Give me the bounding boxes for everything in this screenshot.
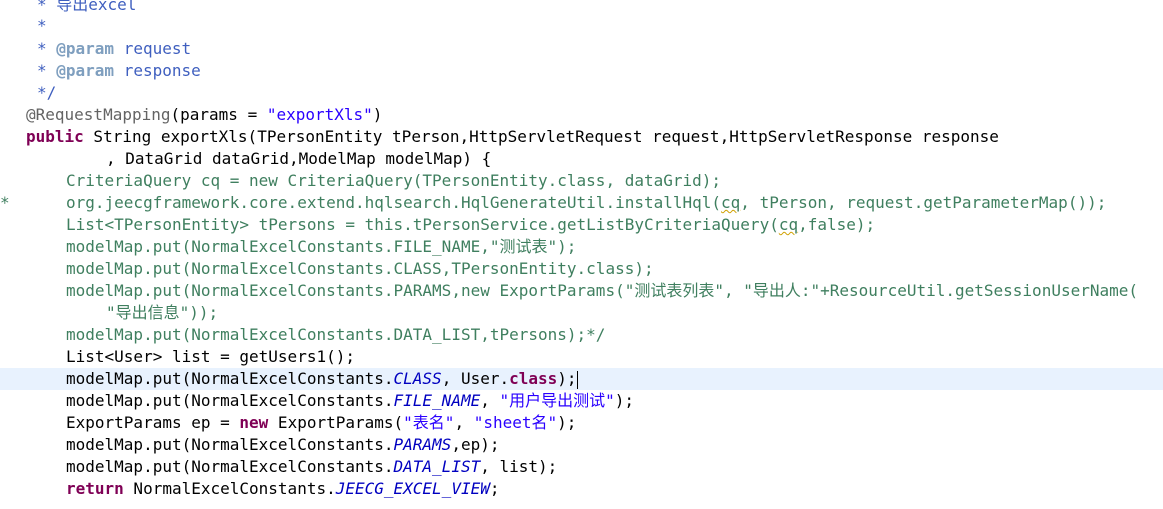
- code-text: , DataGrid dataGrid,ModelMap modelMap) {: [106, 149, 492, 168]
- keyword: return: [66, 479, 124, 498]
- paren: ): [372, 105, 383, 124]
- code-line[interactable]: modelMap.put(NormalExcelConstants.DATA_L…: [0, 456, 1163, 478]
- code-text: ,: [454, 413, 474, 432]
- code-statement: modelMap.put(NormalExcelConstants.DATA_L…: [66, 456, 557, 478]
- code-text: ;: [489, 479, 500, 498]
- commented-code: modelMap.put(NormalExcelConstants.PARAMS…: [66, 281, 1139, 300]
- constant-field: PARAMS: [393, 435, 452, 454]
- code-text: ,ep);: [451, 435, 500, 454]
- commented-code: CriteriaQuery cq = new CriteriaQuery(TPe…: [66, 171, 722, 190]
- string-literal: "exportXls": [266, 105, 373, 124]
- code-line[interactable]: *: [0, 15, 1163, 37]
- code-line[interactable]: org.jeecgframework.core.extend.hqlsearch…: [0, 192, 1163, 214]
- commented-code: "导出信息"));: [106, 303, 219, 322]
- code-text: );: [614, 391, 635, 410]
- code-line[interactable]: ExportParams ep = new ExportParams("表名",…: [0, 412, 1163, 434]
- code-statement: return NormalExcelConstants.JEECG_EXCEL_…: [66, 478, 499, 500]
- code-line[interactable]: * 导出excel: [0, 0, 1163, 16]
- code-text: , User.: [441, 369, 510, 388]
- code-line[interactable]: * @param response: [0, 60, 1163, 82]
- code-text: org.jeecgframework.core.extend.hqlsearch…: [66, 193, 722, 212]
- code-editor[interactable]: * 导出excel * * @param request * @param re…: [0, 0, 1163, 509]
- constant-field: JEECG_EXCEL_VIEW: [335, 479, 490, 498]
- constant-field: CLASS: [393, 369, 442, 388]
- commented-code: modelMap.put(NormalExcelConstants.CLASS,…: [66, 259, 654, 278]
- param-name: request: [114, 39, 192, 58]
- code-text: ,false);: [798, 215, 876, 234]
- code-line[interactable]: public String exportXls(TPersonEntity tP…: [0, 126, 1163, 148]
- code-text: NormalExcelConstants.: [123, 479, 336, 498]
- javadoc-star: *: [37, 39, 57, 58]
- code-line[interactable]: , DataGrid dataGrid,ModelMap modelMap) {: [0, 148, 1163, 170]
- string-literal: "表名": [403, 413, 455, 432]
- code-text: ExportParams ep =: [66, 413, 240, 432]
- javadoc-param-line: * @param request: [37, 38, 191, 60]
- string-literal: "sheet名": [473, 413, 558, 432]
- method-signature: public String exportXls(TPersonEntity tP…: [26, 126, 999, 148]
- annotation-line: @RequestMapping(params = "exportXls"): [26, 104, 382, 126]
- warning-underline: cq: [721, 193, 741, 212]
- code-line[interactable]: @RequestMapping(params = "exportXls"): [0, 104, 1163, 126]
- code-statement: modelMap.put(NormalExcelConstants.CLASS,…: [66, 368, 578, 390]
- code-text: );: [557, 413, 577, 432]
- commented-code: modelMap.put(NormalExcelConstants.FILE_N…: [66, 237, 577, 256]
- param-name: response: [114, 61, 201, 80]
- code-text: ExportParams(: [268, 413, 404, 432]
- code-line[interactable]: modelMap.put(NormalExcelConstants.CLASS,…: [0, 258, 1163, 280]
- code-line[interactable]: modelMap.put(NormalExcelConstants.PARAMS…: [0, 434, 1163, 456]
- code-text: modelMap.put(NormalExcelConstants.: [66, 369, 394, 388]
- code-statement: modelMap.put(NormalExcelConstants.FILE_N…: [66, 390, 634, 412]
- annotation-args: (params =: [170, 105, 267, 124]
- commented-code: org.jeecgframework.core.extend.hqlsearch…: [66, 192, 1106, 214]
- code-line[interactable]: */: [0, 82, 1163, 104]
- commented-code: modelMap.put(NormalExcelConstants.DATA_L…: [66, 325, 606, 344]
- code-text: modelMap.put(NormalExcelConstants.: [66, 391, 394, 410]
- code-text: , tPerson, request.getParameterMap());: [740, 193, 1107, 212]
- code-text: modelMap.put(NormalExcelConstants.: [66, 435, 394, 454]
- javadoc-text: *: [37, 16, 47, 35]
- javadoc-end: */: [37, 83, 57, 102]
- param-tag: @param: [56, 61, 115, 80]
- constant-field: DATA_LIST: [393, 457, 481, 476]
- code-line[interactable]: modelMap.put(NormalExcelConstants.PARAMS…: [0, 280, 1163, 302]
- string-literal: "用户导出测试": [499, 391, 615, 410]
- constant-field: FILE_NAME: [393, 391, 481, 410]
- keyword: public: [26, 127, 84, 146]
- code-line[interactable]: "导出信息"));: [0, 302, 1163, 324]
- code-line[interactable]: List<TPersonEntity> tPersons = this.tPer…: [0, 214, 1163, 236]
- code-line[interactable]: modelMap.put(NormalExcelConstants.FILE_N…: [0, 390, 1163, 412]
- javadoc-star: *: [37, 61, 57, 80]
- text-caret: [576, 370, 578, 389]
- code-text: modelMap.put(NormalExcelConstants.: [66, 457, 394, 476]
- code-line[interactable]: return NormalExcelConstants.JEECG_EXCEL_…: [0, 478, 1163, 500]
- javadoc-text: * 导出excel: [37, 0, 137, 14]
- code-statement: modelMap.put(NormalExcelConstants.PARAMS…: [66, 434, 499, 456]
- code-line[interactable]: modelMap.put(NormalExcelConstants.DATA_L…: [0, 324, 1163, 346]
- code-text: );: [557, 369, 577, 388]
- keyword: class: [509, 369, 558, 388]
- code-line[interactable]: * CriteriaQuery cq = new CriteriaQuery(T…: [0, 170, 1163, 212]
- code-statement: ExportParams ep = new ExportParams("表名",…: [66, 412, 576, 434]
- warning-underline: cq: [778, 215, 799, 234]
- code-line[interactable]: List<User> list = getUsers1();: [0, 346, 1163, 368]
- annotation-name: @RequestMapping: [26, 105, 171, 124]
- code-line[interactable]: * @param request: [0, 38, 1163, 60]
- commented-code: List<TPersonEntity> tPersons = this.tPer…: [66, 214, 875, 236]
- code-text: List<TPersonEntity> tPersons = this.tPer…: [66, 215, 779, 234]
- keyword: new: [239, 413, 269, 432]
- code-text: List<User> list = getUsers1();: [66, 347, 355, 366]
- code-text: , list);: [480, 457, 558, 476]
- current-code-line[interactable]: modelMap.put(NormalExcelConstants.CLASS,…: [0, 368, 1163, 390]
- param-tag: @param: [56, 39, 115, 58]
- code-text: String exportXls(TPersonEntity tPerson,H…: [83, 127, 999, 146]
- code-text: ,: [480, 391, 500, 410]
- code-line[interactable]: modelMap.put(NormalExcelConstants.FILE_N…: [0, 236, 1163, 258]
- javadoc-param-line: * @param response: [37, 60, 201, 82]
